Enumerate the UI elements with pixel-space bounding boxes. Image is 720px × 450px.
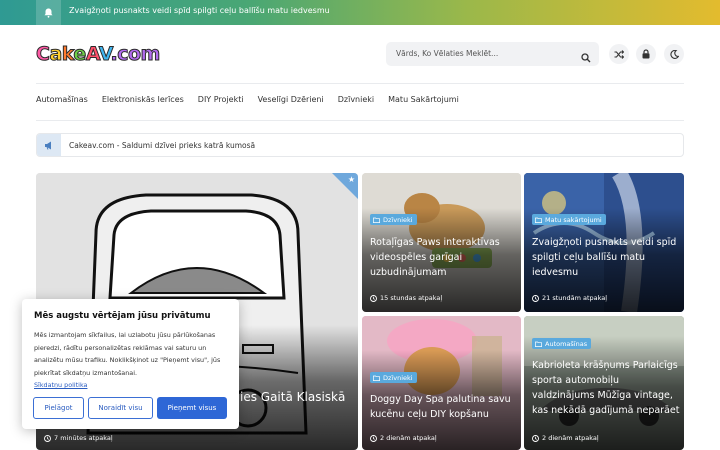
card-time: 7 minūtes atpakaļ [44, 434, 113, 442]
category-badge[interactable]: Dzīvnieki [370, 214, 417, 225]
clock-icon [532, 294, 539, 302]
card-title[interactable]: Kabrioleta krāšņums Parlaicīgs sporta au… [532, 358, 680, 418]
reject-all-button[interactable]: Noraidīt visu [88, 397, 153, 419]
search-box[interactable]: Vārds, Ko Vēlaties Meklēt... [386, 42, 599, 66]
category-badge[interactable]: Matu sakārtojumi [532, 214, 606, 225]
accept-all-button[interactable]: Pieņemt visus [157, 397, 227, 419]
customize-button[interactable]: Pielāgot [33, 397, 84, 419]
nav-item-diy[interactable]: DIY Projekti [198, 95, 244, 104]
main-nav: Automašīnas Elektroniskās Ierīces DIY Pr… [36, 95, 473, 104]
cookie-title: Mēs augstu vērtējam jūsu privātumu [34, 311, 211, 321]
header-divider [36, 83, 684, 84]
dark-mode-button[interactable] [664, 44, 684, 64]
search-icon[interactable] [581, 48, 591, 67]
shuffle-button[interactable] [609, 44, 629, 64]
folder-icon [535, 341, 542, 347]
folder-icon [373, 217, 380, 223]
card-time: 15 stundas atpakaļ [370, 294, 442, 302]
clock-icon [370, 434, 377, 442]
card-title[interactable]: Zvaigžņoti pusnakts veidi spīd spilgti c… [532, 235, 680, 280]
category-badge[interactable]: Automašīnas [532, 338, 592, 349]
megaphone-icon [37, 134, 61, 156]
lock-button[interactable] [636, 44, 656, 64]
card-title[interactable]: Doggy Day Spa palutina savu kucēnu ceļu … [370, 392, 516, 422]
nav-item-hairstyles[interactable]: Matu Sakārtojumi [388, 95, 459, 104]
post-card[interactable]: Automašīnas Kabrioleta krāšņums Parlaicī… [524, 316, 684, 450]
folder-icon [373, 375, 380, 381]
nav-item-drinks[interactable]: Veselīgi Dzērieni [258, 95, 324, 104]
nav-item-animals[interactable]: Dzīvnieki [338, 95, 374, 104]
card-time: 2 dienām atpakaļ [370, 434, 437, 442]
shuffle-icon [614, 49, 624, 59]
star-icon: ★ [347, 175, 355, 184]
announcement-text[interactable]: Cakeav.com - Saldumi dzīvei prieks katrā… [69, 141, 255, 150]
cookie-body: Mēs izmantojam sīkfailus, lai uzlabotu j… [34, 331, 221, 390]
cookie-consent-dialog: Mēs augstu vērtējam jūsu privātumu Mēs i… [22, 299, 239, 429]
announcement-bar: Cakeav.com - Saldumi dzīvei prieks katrā… [36, 133, 684, 157]
card-title[interactable]: Rotaļīgas Paws interaktīvas videospēles … [370, 235, 516, 280]
nav-item-electronics[interactable]: Elektroniskās Ierīces [102, 95, 184, 104]
card-time: 2 dienām atpakaļ [532, 434, 599, 442]
lock-icon [642, 49, 650, 59]
nav-item-cars[interactable]: Automašīnas [36, 95, 88, 104]
clock-icon [532, 434, 539, 442]
clock-icon [370, 294, 377, 302]
post-card[interactable]: Dzīvnieki Doggy Day Spa palutina savu ku… [362, 316, 521, 450]
clock-icon [44, 434, 51, 442]
card-time: 21 stundām atpakaļ [532, 294, 607, 302]
nav-divider [36, 120, 684, 121]
category-badge[interactable]: Dzīvnieki [370, 372, 417, 383]
site-logo[interactable]: CakeAV.com [35, 42, 160, 66]
ticker-text[interactable]: Zvaigžņoti pusnakts veidi spīd spilgti c… [69, 6, 330, 15]
cookie-policy-link[interactable]: Sīkdatņu politika [34, 381, 87, 389]
post-card[interactable]: Dzīvnieki Rotaļīgas Paws interaktīvas vi… [362, 173, 521, 312]
folder-icon [535, 217, 542, 223]
moon-icon [669, 49, 679, 59]
top-announcement-bar: Zvaigžņoti pusnakts veidi spīd spilgti c… [0, 0, 720, 25]
bell-icon[interactable] [36, 0, 61, 25]
post-card[interactable]: Matu sakārtojumi Zvaigžņoti pusnakts vei… [524, 173, 684, 312]
card-title[interactable]: …ies Gaitā Klasiskā [228, 390, 345, 405]
search-input[interactable]: Vārds, Ko Vēlaties Meklēt... [396, 49, 498, 58]
